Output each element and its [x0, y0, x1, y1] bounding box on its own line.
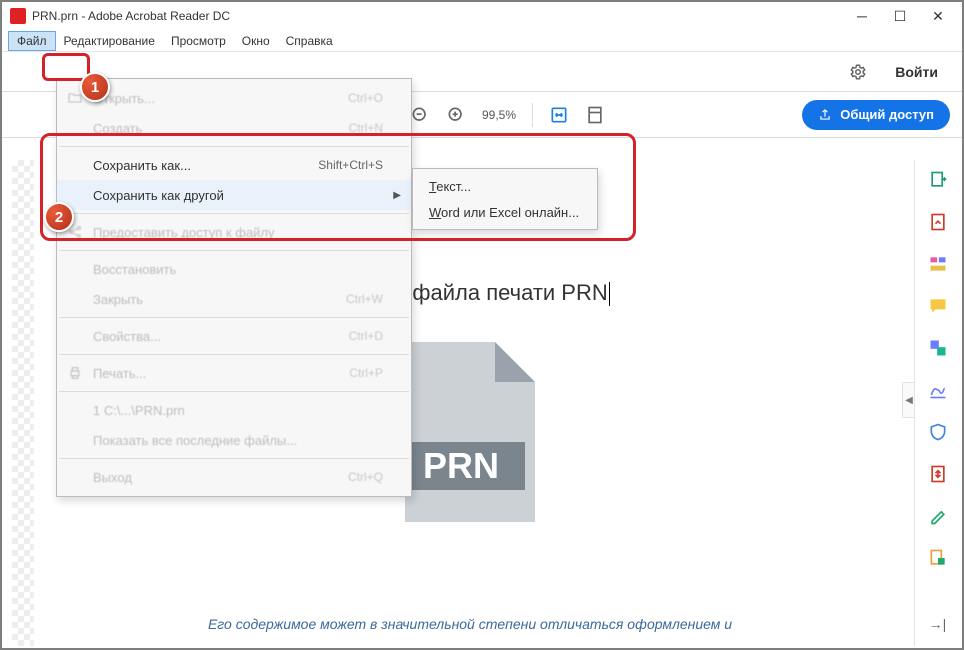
menu-separator — [59, 250, 409, 251]
comment-icon[interactable] — [928, 296, 948, 316]
menu-separator — [59, 391, 409, 392]
sign-icon[interactable] — [928, 380, 948, 400]
svg-text:PRN: PRN — [423, 445, 499, 486]
fit-width-icon[interactable] — [549, 105, 569, 125]
menu-help[interactable]: Справка — [278, 32, 341, 50]
submenu-text[interactable]: Текст... — [413, 173, 597, 199]
annotation-marker-2: 2 — [44, 202, 74, 232]
toolbar-separator — [532, 103, 533, 127]
menu-view[interactable]: Просмотр — [163, 32, 234, 50]
zoom-out-icon[interactable] — [410, 105, 430, 125]
annotation-marker-1: 1 — [80, 72, 110, 102]
share-label: Общий доступ — [840, 107, 934, 122]
menu-separator — [59, 146, 409, 147]
menu-close[interactable]: ЗакрытьCtrl+W — [57, 284, 411, 314]
document-footer: Его содержимое может в значительной степ… — [208, 616, 732, 632]
save-as-other-submenu: Текст... Word или Excel онлайн... — [412, 168, 598, 230]
share-button[interactable]: Общий доступ — [802, 100, 950, 130]
menu-share-file[interactable]: Предоставить доступ к файлу — [57, 217, 411, 247]
compress-icon[interactable] — [928, 464, 948, 484]
edit-pdf-icon[interactable] — [928, 254, 948, 274]
menu-file[interactable]: Файл — [8, 31, 56, 51]
create-pdf-icon[interactable] — [928, 212, 948, 232]
page-view-icon[interactable] — [585, 105, 605, 125]
menu-print[interactable]: Печать...Ctrl+P — [57, 358, 411, 388]
menu-exit[interactable]: ВыходCtrl+Q — [57, 462, 411, 492]
app-icon — [10, 8, 26, 24]
menu-window[interactable]: Окно — [234, 32, 278, 50]
share-icon — [818, 108, 832, 122]
right-tools-panel: →| — [914, 160, 960, 646]
menu-create[interactable]: СоздатьCtrl+N — [57, 113, 411, 143]
menu-separator — [59, 317, 409, 318]
combine-icon[interactable] — [928, 338, 948, 358]
minimize-button[interactable]: ─ — [856, 10, 868, 22]
convert-icon[interactable] — [928, 548, 948, 568]
protect-icon[interactable] — [928, 422, 948, 442]
menu-open[interactable]: Открыть...Ctrl+O — [57, 83, 411, 113]
submenu-arrow-icon: ▶ — [393, 190, 401, 201]
submenu-word-excel[interactable]: Word или Excel онлайн... — [413, 199, 597, 225]
close-button[interactable]: ✕ — [932, 10, 944, 22]
window-title: PRN.prn - Adobe Acrobat Reader DC — [32, 9, 856, 23]
zoom-in-icon[interactable] — [446, 105, 466, 125]
print-icon — [67, 365, 83, 381]
export-pdf-icon[interactable] — [928, 170, 948, 190]
fill-sign-icon[interactable] — [928, 506, 948, 526]
menu-separator — [59, 354, 409, 355]
menu-properties[interactable]: Свойства...Ctrl+D — [57, 321, 411, 351]
menu-separator — [59, 213, 409, 214]
zoom-level[interactable]: 99,5% — [482, 108, 516, 122]
menu-show-recent[interactable]: Показать все последние файлы... — [57, 425, 411, 455]
left-gutter — [12, 160, 34, 646]
panel-expand-button[interactable]: →| — [929, 616, 947, 632]
menu-revert[interactable]: Восстановить — [57, 254, 411, 284]
login-button[interactable]: Войти — [881, 58, 952, 86]
menu-edit[interactable]: Редактирование — [56, 32, 163, 50]
menu-save-as[interactable]: Сохранить как...Shift+Ctrl+S — [57, 150, 411, 180]
text-cursor — [609, 282, 610, 306]
file-menu-dropdown: Открыть...Ctrl+O СоздатьCtrl+N Сохранить… — [56, 78, 412, 497]
menu-recent-file[interactable]: 1 C:\...\PRN.prn — [57, 395, 411, 425]
menu-separator — [59, 458, 409, 459]
window-controls: ─ ☐ ✕ — [856, 10, 944, 22]
gear-icon[interactable] — [849, 63, 867, 81]
titlebar: PRN.prn - Adobe Acrobat Reader DC ─ ☐ ✕ — [2, 2, 962, 30]
menu-save-as-other[interactable]: Сохранить как другой▶ — [57, 180, 411, 210]
menubar: Файл Редактирование Просмотр Окно Справк… — [2, 30, 962, 52]
maximize-button[interactable]: ☐ — [894, 10, 906, 22]
